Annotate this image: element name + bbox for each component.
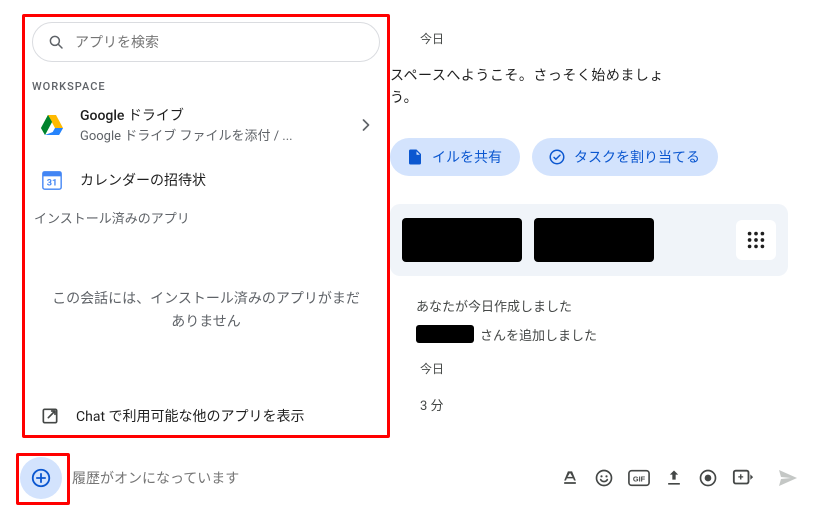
cards-row xyxy=(390,204,788,276)
created-msg: あなたが今日作成しました xyxy=(416,296,820,315)
suggestion-chips: イルを共有 タスクを割り当てる xyxy=(390,138,820,176)
added-text: さんを追加しました xyxy=(480,325,597,344)
add-button[interactable] xyxy=(20,457,62,499)
created-text: あなたが今日作成しました xyxy=(416,296,572,315)
share-file-chip[interactable]: イルを共有 xyxy=(390,138,520,176)
open-external-icon xyxy=(40,406,60,426)
date-label-2: 今日 xyxy=(420,360,820,377)
card-redacted-2 xyxy=(534,218,654,262)
apps-search[interactable] xyxy=(32,22,380,62)
svg-text:GIF: GIF xyxy=(633,475,646,484)
gif-icon[interactable]: GIF xyxy=(628,468,650,488)
no-installed-apps: この会話には、インストール済みのアプリがまだありません xyxy=(32,227,380,394)
search-icon xyxy=(47,33,65,51)
emoji-icon[interactable] xyxy=(594,468,614,488)
welcome-line2: う。 xyxy=(390,90,418,106)
added-msg: さんを追加しました xyxy=(416,325,820,344)
screen-share-icon[interactable]: + xyxy=(732,468,754,488)
assign-task-label: タスクを割り当てる xyxy=(574,147,700,167)
app-item-sub: Google ドライブ ファイルを添付 / ... xyxy=(80,125,310,144)
relative-time: 3 分 xyxy=(420,395,820,414)
compose-toolbar: GIF + xyxy=(560,468,754,488)
installed-apps-label: インストール済みのアプリ xyxy=(34,208,380,227)
app-item-drive[interactable]: Google ドライブ Google ドライブ ファイルを添付 / ... xyxy=(32,93,380,156)
show-more-apps[interactable]: Chat で利用可能な他のアプリを表示 xyxy=(32,394,380,430)
plus-icon xyxy=(30,467,52,489)
app-item-title: Google ドライブ xyxy=(80,105,340,125)
member-redacted xyxy=(416,325,474,343)
task-check-icon xyxy=(548,148,566,166)
svg-text:+: + xyxy=(738,473,744,484)
drive-icon xyxy=(40,113,64,137)
app-item-title: カレンダーの招待状 xyxy=(80,170,376,190)
share-file-label: イルを共有 xyxy=(432,147,502,167)
upload-icon[interactable] xyxy=(664,468,684,488)
app-item-calendar[interactable]: 31 カレンダーの招待状 xyxy=(32,156,380,204)
chevron-right-icon xyxy=(356,115,376,135)
record-icon[interactable] xyxy=(698,468,718,488)
share-icon xyxy=(406,148,424,166)
format-icon[interactable] xyxy=(560,468,580,488)
grid-button[interactable] xyxy=(736,220,776,260)
welcome-text: スペースへようこそ。さっそく始めましょ う。 xyxy=(390,65,820,110)
system-messages: あなたが今日作成しました さんを追加しました xyxy=(416,296,820,344)
date-label: 今日 xyxy=(420,30,820,47)
send-button[interactable] xyxy=(776,466,800,490)
welcome-line1: スペースへようこそ。さっそく始めましょ xyxy=(390,68,664,84)
calendar-icon: 31 xyxy=(40,168,64,192)
card-redacted-1 xyxy=(402,218,522,262)
show-more-apps-label: Chat で利用可能な他のアプリを表示 xyxy=(76,406,305,426)
apps-panel: WORKSPACE Google ドライブ Google ドライブ ファイルを添… xyxy=(32,22,380,430)
workspace-section-label: WORKSPACE xyxy=(32,80,380,93)
send-icon xyxy=(776,466,800,490)
assign-task-chip[interactable]: タスクを割り当てる xyxy=(532,138,718,176)
svg-text:31: 31 xyxy=(47,179,58,189)
compose-bar: GIF + xyxy=(20,457,800,499)
compose-input[interactable] xyxy=(72,470,550,486)
apps-search-input[interactable] xyxy=(75,34,365,50)
